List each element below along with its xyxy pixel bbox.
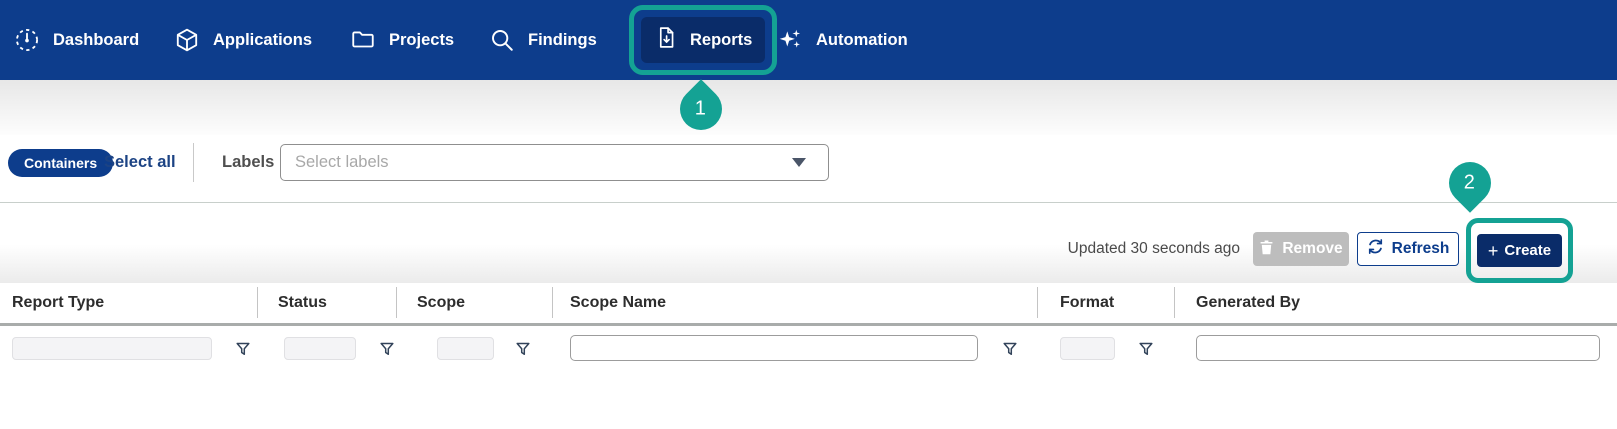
format-filter-input[interactable] bbox=[1060, 337, 1115, 360]
column-header-generated-by: Generated By bbox=[1196, 283, 1300, 322]
top-nav: Dashboard Applications Projects bbox=[0, 0, 1617, 80]
scope-name-filter-input[interactable] bbox=[570, 335, 978, 361]
column-divider bbox=[396, 287, 397, 318]
nav-item-findings[interactable]: Findings bbox=[489, 0, 597, 80]
column-divider bbox=[257, 287, 258, 318]
report-type-filter-input[interactable] bbox=[12, 337, 212, 360]
remove-button-label: Remove bbox=[1282, 240, 1342, 258]
create-button[interactable]: + Create bbox=[1477, 234, 1562, 267]
status-filter-input[interactable] bbox=[284, 337, 356, 360]
column-header-format: Format bbox=[1060, 283, 1114, 322]
nav-label: Dashboard bbox=[53, 31, 139, 50]
column-header-scope-name: Scope Name bbox=[570, 283, 666, 322]
nav-item-applications[interactable]: Applications bbox=[174, 0, 312, 80]
column-header-scope: Scope bbox=[417, 283, 465, 322]
projects-folder-icon bbox=[350, 27, 376, 53]
annotation-highlight-reports-tab: Reports bbox=[629, 5, 777, 75]
nav-label: Automation bbox=[816, 31, 908, 50]
remove-button[interactable]: Remove bbox=[1253, 232, 1349, 266]
labels-select-wrap bbox=[280, 144, 829, 181]
column-divider bbox=[1037, 287, 1038, 318]
select-all-button[interactable]: Select all bbox=[104, 153, 176, 172]
table-header-underline bbox=[0, 323, 1617, 326]
page-top-gradient bbox=[0, 80, 1617, 135]
refresh-button-label: Refresh bbox=[1392, 240, 1450, 258]
annotation-highlight-create-button: + Create bbox=[1466, 218, 1573, 283]
applications-cube-icon bbox=[174, 27, 200, 53]
scope-filter-input[interactable] bbox=[437, 337, 494, 360]
containers-pill-label: Containers bbox=[24, 155, 97, 171]
nav-label: Findings bbox=[528, 31, 597, 50]
scope-name-filter-funnel-icon[interactable] bbox=[1001, 340, 1019, 358]
labels-select-input[interactable] bbox=[280, 144, 829, 181]
column-divider bbox=[1174, 287, 1175, 318]
updated-status-text: Updated 30 seconds ago bbox=[1068, 240, 1240, 258]
dashboard-gauge-icon bbox=[14, 27, 40, 53]
refresh-icon bbox=[1367, 238, 1384, 260]
scope-filter-funnel-icon[interactable] bbox=[514, 340, 532, 358]
plus-icon: + bbox=[1488, 242, 1499, 260]
annotation-pin-1-number: 1 bbox=[695, 98, 706, 121]
table-header-row: Report Type Status Scope Scope Name Form… bbox=[0, 283, 1617, 322]
labels-label: Labels bbox=[222, 153, 274, 172]
generated-by-filter-input[interactable] bbox=[1196, 335, 1600, 361]
annotation-pin-2-number: 2 bbox=[1464, 172, 1475, 195]
reports-page: Dashboard Applications Projects bbox=[0, 0, 1617, 429]
column-header-report-type: Report Type bbox=[12, 283, 104, 322]
status-filter-funnel-icon[interactable] bbox=[378, 340, 396, 358]
column-header-status: Status bbox=[278, 283, 327, 322]
refresh-button[interactable]: Refresh bbox=[1357, 232, 1459, 266]
trash-icon bbox=[1259, 239, 1274, 260]
format-filter-funnel-icon[interactable] bbox=[1137, 340, 1155, 358]
nav-label: Reports bbox=[690, 31, 752, 50]
nav-item-dashboard[interactable]: Dashboard bbox=[14, 0, 139, 80]
nav-label: Projects bbox=[389, 31, 454, 50]
nav-item-reports[interactable]: Reports bbox=[641, 17, 765, 63]
report-type-filter-funnel-icon[interactable] bbox=[234, 340, 252, 358]
filter-row-divider bbox=[193, 143, 194, 182]
reports-download-document-icon bbox=[654, 25, 679, 55]
findings-search-icon bbox=[489, 27, 515, 53]
nav-label: Applications bbox=[213, 31, 312, 50]
containers-filter-pill[interactable]: Containers bbox=[8, 149, 113, 177]
nav-item-automation[interactable]: Automation bbox=[777, 0, 908, 80]
column-divider bbox=[552, 287, 553, 318]
select-all-label: Select all bbox=[104, 153, 176, 171]
automation-sparkles-icon bbox=[777, 27, 803, 53]
nav-item-projects[interactable]: Projects bbox=[350, 0, 454, 80]
create-button-label: Create bbox=[1504, 242, 1551, 259]
